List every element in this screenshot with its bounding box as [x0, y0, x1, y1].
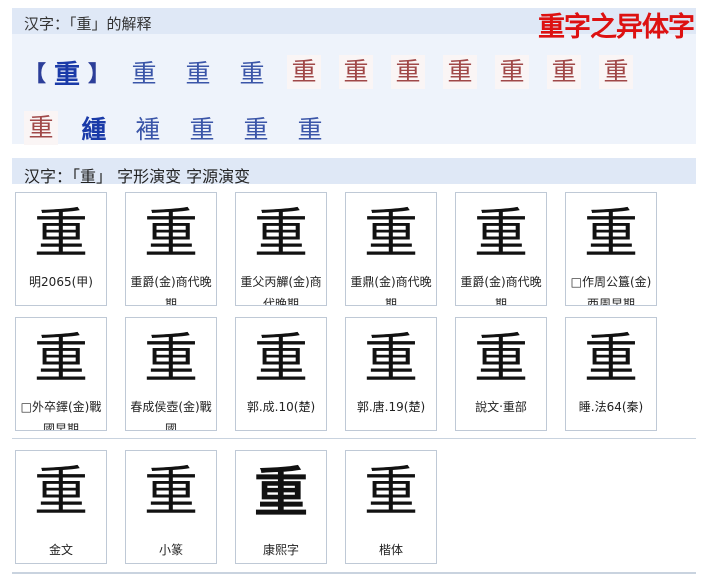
glyph-card[interactable]: 重康熙字: [235, 450, 327, 564]
glyph-image: 重: [254, 202, 308, 265]
bottom-divider: [12, 572, 696, 574]
variant-section: 汉字：「重」的解释 重字之异体字 【 重 】 重 重 重 重 重 重 重 重 重…: [12, 8, 696, 145]
glyph-caption: 睡.法64(秦): [578, 400, 644, 414]
glyph-caption: 重爵(金)商代晚期: [130, 275, 212, 306]
grid-divider: [12, 438, 696, 439]
glyph-card[interactable]: 重重父丙觶(金)商代晚期: [235, 192, 327, 306]
glyph-caption: 郭.唐.19(楚): [356, 400, 426, 414]
variant-char[interactable]: 重: [120, 54, 168, 90]
variant-section-header: 汉字：「重」的解释 重字之异体字: [12, 8, 696, 43]
variant-image[interactable]: 重: [391, 55, 426, 89]
variant-list: 【 重 】 重 重 重 重 重 重 重 重 重 重 重緟褈重重重: [24, 48, 694, 160]
variant-char[interactable]: 重: [232, 110, 280, 146]
glyph-image: 重: [584, 327, 638, 390]
variant-row-1: 【 重 】 重 重 重 重 重 重 重 重 重 重: [24, 48, 694, 96]
glyph-caption: 郭.成.10(楚): [246, 400, 316, 414]
glyph-image: 重: [474, 327, 528, 390]
variant-image[interactable]: 重: [495, 55, 530, 89]
evolution-section-title: 汉字：「重」 字形演变 字源演变: [24, 167, 251, 186]
variant-char[interactable]: 褈: [124, 110, 172, 146]
glyph-image: 重: [254, 327, 308, 390]
glyph-card[interactable]: 重金文: [15, 450, 107, 564]
glyph-card[interactable]: 重楷体: [345, 450, 437, 564]
glyph-image: 重: [474, 202, 528, 265]
glyph-image: 重: [144, 327, 198, 390]
glyph-card[interactable]: 重重鼎(金)商代晚期: [345, 192, 437, 306]
glyph-image: 重: [364, 460, 418, 523]
glyph-card[interactable]: 重 □外卒鐸(金)戰國早期: [15, 317, 107, 431]
variant-image[interactable]: 重: [287, 55, 322, 89]
glyph-image: 重: [34, 327, 88, 390]
variant-image[interactable]: 重: [339, 55, 374, 89]
glyph-card[interactable]: 重郭.成.10(楚): [235, 317, 327, 431]
glyph-card[interactable]: 重說文‧重部: [455, 317, 547, 431]
close-bracket: 】: [88, 61, 111, 87]
variant-char[interactable]: 重: [174, 54, 222, 90]
variant-char[interactable]: 重: [178, 110, 226, 146]
glyph-caption: 重爵(金)商代晚期: [460, 275, 542, 306]
variant-row-2: 重緟褈重重重: [24, 104, 694, 152]
glyph-caption: □外卒鐸(金)戰國早期: [20, 400, 102, 431]
glyph-card[interactable]: 重睡.法64(秦): [565, 317, 657, 431]
variant-char[interactable]: 重: [286, 110, 334, 146]
glyph-caption: 小篆: [158, 543, 183, 557]
glyph-caption: 重父丙觶(金)商代晚期: [240, 275, 322, 306]
variant-watermark: 重字之异体字: [538, 12, 695, 43]
glyph-caption: 康熙字: [262, 543, 299, 557]
glyph-caption: 楷体: [378, 543, 403, 557]
glyph-card[interactable]: 重重爵(金)商代晚期: [125, 192, 217, 306]
glyph-card[interactable]: 重 □作周公簋(金)西周早期: [565, 192, 657, 306]
variant-image[interactable]: 重: [599, 55, 634, 89]
glyph-image: 重: [584, 202, 638, 265]
glyph-image: 重: [144, 202, 198, 265]
glyph-card[interactable]: 重春成侯壺(金)戰國: [125, 317, 217, 431]
glyph-image: 重: [34, 460, 88, 523]
glyph-card[interactable]: 重郭.唐.19(楚): [345, 317, 437, 431]
glyph-caption: 說文‧重部: [475, 400, 527, 414]
glyph-image: 重: [364, 327, 418, 390]
evolution-section: 汉字：「重」 字形演变 字源演变 重明2065(甲) 重重爵(金)商代晚期重重父丙…: [12, 158, 696, 574]
glyph-caption: 重鼎(金)商代晚期: [350, 275, 432, 306]
variant-char[interactable]: 重: [228, 54, 276, 90]
glyph-card[interactable]: 重小篆: [125, 450, 217, 564]
glyph-caption: 金文: [48, 543, 73, 557]
glyph-image: 重: [34, 202, 88, 265]
glyph-caption: 春成侯壺(金)戰國: [130, 400, 212, 431]
glyph-card[interactable]: 重重爵(金)商代晚期: [455, 192, 547, 306]
variant-image[interactable]: 重: [547, 55, 582, 89]
glyph-caption: □作周公簋(金)西周早期: [570, 275, 652, 306]
variant-image[interactable]: 重: [443, 55, 478, 89]
glyph-image: 重: [364, 202, 418, 265]
evolution-section-header: 汉字：「重」 字形演变 字源演变: [12, 158, 696, 186]
main-character[interactable]: 重: [54, 54, 80, 91]
glyph-image: 重: [254, 460, 308, 524]
glyph-card[interactable]: 重明2065(甲): [15, 192, 107, 306]
glyph-caption: 明2065(甲): [29, 275, 93, 289]
variant-char[interactable]: 緟: [70, 110, 118, 146]
open-bracket: 【: [24, 61, 47, 87]
variant-section-title: 汉字：「重」的解释: [24, 15, 152, 33]
variant-image[interactable]: 重: [24, 111, 58, 145]
glyph-image: 重: [144, 460, 198, 523]
